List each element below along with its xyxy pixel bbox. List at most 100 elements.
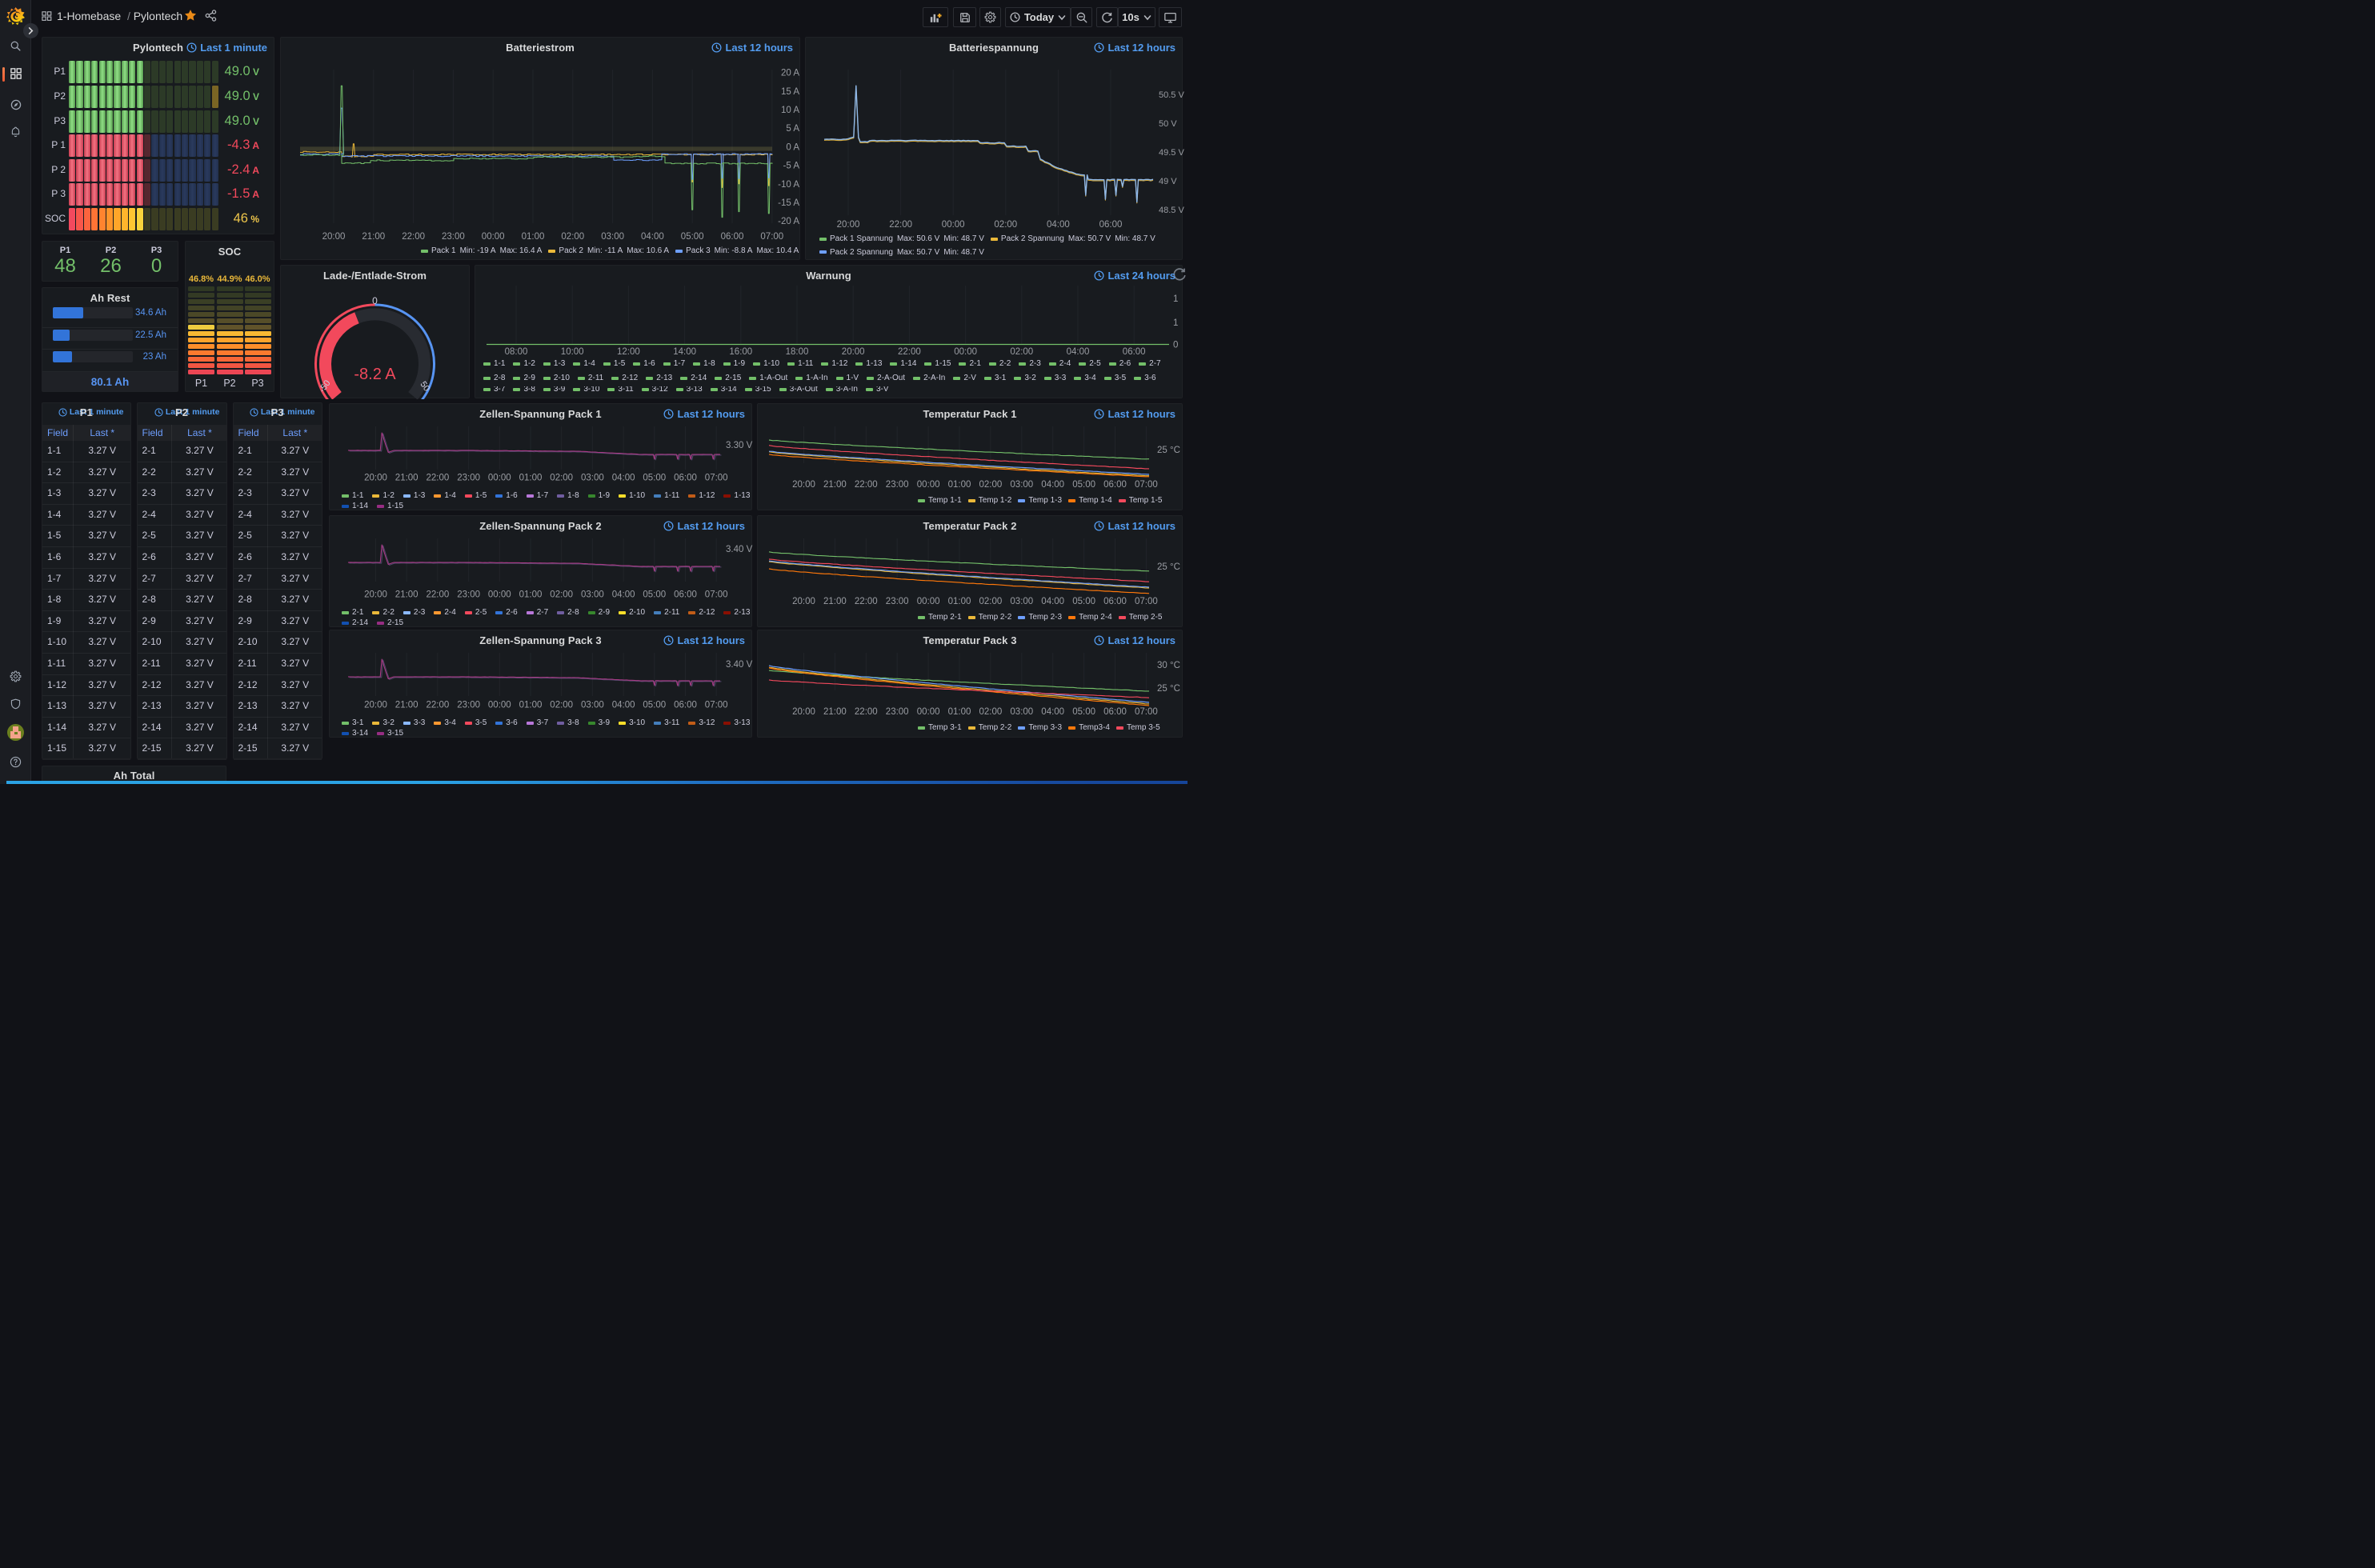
svg-text:03:00: 03:00: [581, 474, 604, 483]
svg-text:20:00: 20:00: [364, 701, 387, 710]
svg-text:14:00: 14:00: [673, 347, 696, 357]
svg-text:22:00: 22:00: [427, 590, 450, 600]
svg-text:04:00: 04:00: [1041, 597, 1064, 606]
svg-text:50.5 V: 50.5 V: [1159, 90, 1184, 100]
svg-text:06:00: 06:00: [1099, 220, 1123, 230]
svg-text:05:00: 05:00: [1072, 707, 1095, 717]
svg-text:49.5 V: 49.5 V: [1159, 148, 1184, 158]
svg-text:21:00: 21:00: [395, 590, 419, 600]
svg-text:00:00: 00:00: [488, 590, 511, 600]
svg-text:04:00: 04:00: [1067, 347, 1090, 357]
svg-text:02:00: 02:00: [550, 474, 573, 483]
svg-text:07:00: 07:00: [760, 232, 783, 242]
svg-text:07:00: 07:00: [705, 590, 728, 600]
svg-text:23:00: 23:00: [886, 707, 909, 717]
svg-text:20:00: 20:00: [792, 480, 815, 490]
svg-text:25 °C: 25 °C: [1157, 684, 1180, 694]
svg-text:-15 A: -15 A: [778, 198, 799, 208]
svg-text:01:00: 01:00: [948, 480, 971, 490]
svg-text:05:00: 05:00: [643, 590, 666, 600]
svg-text:00:00: 00:00: [917, 597, 940, 606]
svg-text:23:00: 23:00: [886, 597, 909, 606]
svg-text:07:00: 07:00: [1135, 597, 1158, 606]
svg-text:12:00: 12:00: [617, 347, 640, 357]
svg-text:02:00: 02:00: [561, 232, 584, 242]
svg-text:3.30 V: 3.30 V: [726, 441, 753, 450]
svg-text:04:00: 04:00: [612, 701, 635, 710]
svg-text:30 °C: 30 °C: [1157, 661, 1180, 670]
svg-text:07:00: 07:00: [705, 474, 728, 483]
svg-text:03:00: 03:00: [1010, 707, 1033, 717]
svg-text:22:00: 22:00: [427, 701, 450, 710]
svg-text:02:00: 02:00: [1010, 347, 1033, 357]
svg-text:23:00: 23:00: [457, 701, 480, 710]
svg-text:01:00: 01:00: [519, 590, 543, 600]
svg-text:22:00: 22:00: [402, 232, 425, 242]
svg-text:-5 A: -5 A: [783, 162, 800, 171]
svg-text:00:00: 00:00: [488, 474, 511, 483]
svg-text:04:00: 04:00: [1041, 480, 1064, 490]
svg-text:02:00: 02:00: [550, 701, 573, 710]
svg-text:06:00: 06:00: [1103, 480, 1127, 490]
svg-text:04:00: 04:00: [1047, 220, 1070, 230]
svg-text:21:00: 21:00: [395, 474, 419, 483]
svg-text:10:00: 10:00: [561, 347, 584, 357]
svg-text:01:00: 01:00: [519, 474, 543, 483]
svg-text:06:00: 06:00: [674, 701, 697, 710]
svg-text:05:00: 05:00: [643, 701, 666, 710]
svg-text:21:00: 21:00: [395, 701, 419, 710]
svg-text:0: 0: [1173, 341, 1178, 350]
svg-text:23:00: 23:00: [457, 474, 480, 483]
svg-text:0: 0: [372, 295, 378, 306]
svg-text:03:00: 03:00: [581, 590, 604, 600]
svg-text:-10 A: -10 A: [778, 180, 799, 190]
svg-text:20:00: 20:00: [322, 232, 346, 242]
svg-text:03:00: 03:00: [1010, 480, 1033, 490]
svg-text:21:00: 21:00: [823, 707, 847, 717]
svg-text:23:00: 23:00: [886, 480, 909, 490]
svg-text:00:00: 00:00: [917, 480, 940, 490]
svg-text:08:00: 08:00: [505, 347, 528, 357]
svg-text:05:00: 05:00: [1072, 480, 1095, 490]
svg-text:02:00: 02:00: [979, 597, 1003, 606]
svg-text:50 V: 50 V: [1159, 119, 1177, 129]
svg-text:22:00: 22:00: [855, 480, 878, 490]
svg-text:02:00: 02:00: [979, 480, 1003, 490]
svg-text:21:00: 21:00: [362, 232, 385, 242]
svg-text:02:00: 02:00: [550, 590, 573, 600]
svg-text:03:00: 03:00: [601, 232, 624, 242]
svg-text:20 A: 20 A: [781, 69, 799, 78]
svg-text:03:00: 03:00: [1010, 597, 1033, 606]
svg-text:0 A: 0 A: [786, 142, 799, 152]
svg-text:1: 1: [1173, 294, 1178, 304]
svg-text:06:00: 06:00: [721, 232, 744, 242]
svg-text:48.5 V: 48.5 V: [1159, 206, 1184, 215]
svg-text:00:00: 00:00: [942, 220, 965, 230]
svg-text:-20 A: -20 A: [778, 217, 799, 226]
svg-text:00:00: 00:00: [482, 232, 505, 242]
svg-text:01:00: 01:00: [948, 597, 971, 606]
svg-text:3.40 V: 3.40 V: [726, 545, 753, 554]
svg-text:1: 1: [1173, 318, 1178, 328]
svg-text:25 °C: 25 °C: [1157, 446, 1180, 455]
svg-text:03:00: 03:00: [581, 701, 604, 710]
svg-text:22:00: 22:00: [427, 474, 450, 483]
svg-text:20:00: 20:00: [364, 590, 387, 600]
svg-text:23:00: 23:00: [442, 232, 465, 242]
svg-text:06:00: 06:00: [674, 590, 697, 600]
svg-text:06:00: 06:00: [1103, 707, 1127, 717]
svg-text:07:00: 07:00: [1135, 707, 1158, 717]
svg-text:20:00: 20:00: [792, 597, 815, 606]
svg-text:06:00: 06:00: [1123, 347, 1146, 357]
svg-text:06:00: 06:00: [1103, 597, 1127, 606]
svg-text:22:00: 22:00: [889, 220, 912, 230]
svg-text:3.40 V: 3.40 V: [726, 660, 753, 670]
svg-text:07:00: 07:00: [705, 701, 728, 710]
svg-text:05:00: 05:00: [643, 474, 666, 483]
svg-text:22:00: 22:00: [855, 707, 878, 717]
svg-text:15 A: 15 A: [781, 87, 799, 97]
svg-text:01:00: 01:00: [948, 707, 971, 717]
svg-text:06:00: 06:00: [674, 474, 697, 483]
svg-text:21:00: 21:00: [823, 597, 847, 606]
svg-text:22:00: 22:00: [855, 597, 878, 606]
